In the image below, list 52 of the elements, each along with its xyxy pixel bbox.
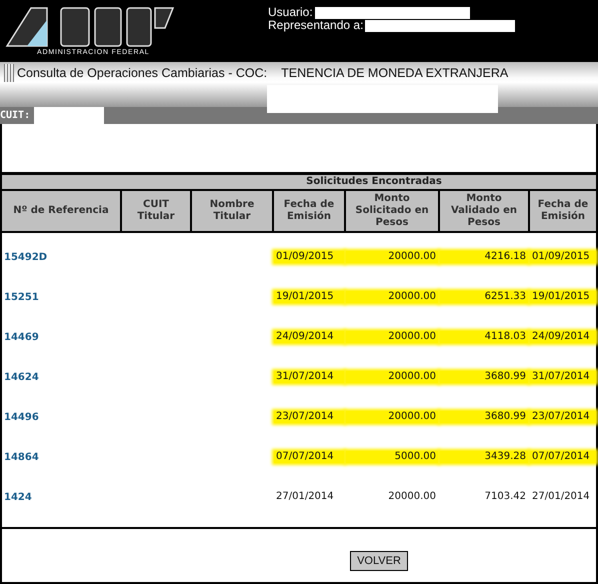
table-cell: 3680.99 [440, 371, 528, 383]
redaction-block [34, 107, 104, 124]
table-cell: 23/07/2014 [274, 411, 344, 423]
table-caption: Solicitudes Encontradas [306, 175, 442, 189]
page-subtitle: TENENCIA DE MONEDA EXTRANJERA [281, 66, 508, 80]
table-cell: 4216.18 [440, 251, 528, 263]
table-cell: 07/07/2014 [530, 451, 596, 463]
table-cell: 5000.00 [346, 451, 438, 463]
column-header: Monto Solicitado en Pesos [346, 191, 438, 231]
reference-link[interactable]: 14469 [2, 332, 120, 342]
table-cell: 20000.00 [346, 251, 438, 263]
column-header: Fecha de Emisión [274, 191, 344, 231]
table-cell: 31/07/2014 [274, 371, 344, 383]
table-cell: 19/01/2015 [530, 291, 596, 303]
table-cell: 24/09/2014 [530, 331, 596, 343]
table-cell-text: 27/01/2014 [275, 491, 335, 503]
reference-link[interactable]: 15251 [2, 292, 120, 302]
table-cell: 4118.03 [440, 331, 528, 343]
page-title: Consulta de Operaciones Cambiarias - COC: [17, 66, 268, 80]
table-cell: 20000.00 [346, 331, 438, 343]
column-header: Nombre Titular [192, 191, 272, 231]
column-header: Nº de Referencia [2, 191, 120, 231]
represents-label: Representando a: [268, 19, 364, 32]
column-header: CUIT Titular [122, 191, 190, 231]
table-cell: 20000.00 [346, 411, 438, 423]
table-cell: 07/07/2014 [274, 451, 344, 463]
table-cell: 19/01/2015 [274, 291, 344, 303]
reference-link[interactable]: 14496 [2, 412, 120, 422]
table-cell-text: 27/01/2014 [531, 491, 591, 503]
column-header: Monto Validado en Pesos [440, 191, 528, 231]
user-label: Usuario: [268, 6, 313, 19]
reference-link[interactable]: 15492D [2, 252, 120, 262]
table-cell-text: 7103.42 [484, 491, 527, 503]
reference-link[interactable]: 14624 [2, 372, 120, 382]
reference-link[interactable]: 1424 [2, 492, 120, 502]
table-cell: 01/09/2015 [530, 251, 596, 263]
back-button[interactable]: VOLVER [350, 550, 408, 570]
table-cell: 23/07/2014 [530, 411, 596, 423]
table-cell: 01/09/2015 [274, 251, 344, 263]
logo-icon [5, 6, 175, 48]
reference-link[interactable]: 14864 [2, 452, 120, 462]
grip-icon [4, 64, 14, 82]
table-cell: 31/07/2014 [530, 371, 596, 383]
table-cell: 3439.28 [440, 451, 528, 463]
table-cell-text: 20000.00 [387, 491, 437, 503]
column-header: Fecha de Emisión [530, 191, 596, 231]
table-cell: 6251.33 [440, 291, 528, 303]
table-cell: 20000.00 [346, 371, 438, 383]
table-cell: 24/09/2014 [274, 331, 344, 343]
table-cell: 3680.99 [440, 411, 528, 423]
table-cell: 20000.00 [346, 291, 438, 303]
cuit-label: CUIT: [0, 110, 30, 121]
